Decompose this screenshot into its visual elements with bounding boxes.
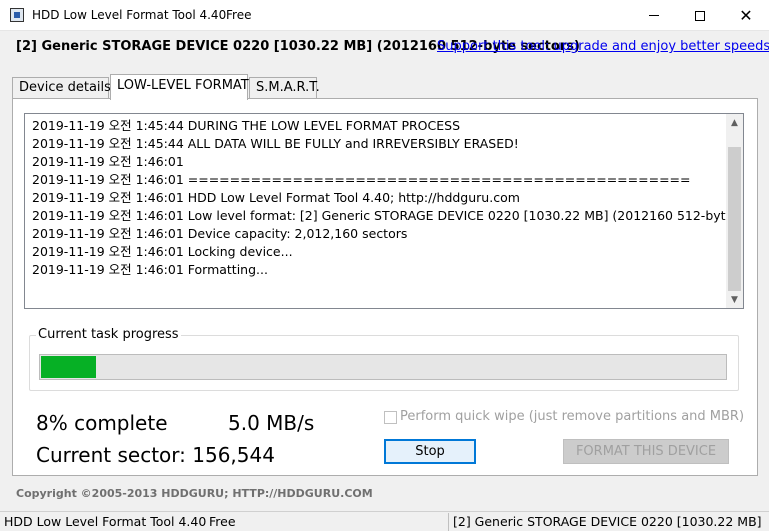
log-scrollbar[interactable]: ▲ ▼ bbox=[726, 114, 743, 308]
log-line: 2019-11-19 오전 1:46:01 ==================… bbox=[32, 172, 691, 187]
tab-smart[interactable]: S.M.A.R.T. bbox=[249, 77, 320, 99]
app-icon bbox=[10, 8, 24, 22]
scroll-thumb[interactable] bbox=[728, 147, 741, 291]
tab-low-level-format[interactable]: LOW-LEVEL FORMAT bbox=[110, 74, 249, 100]
status-app-name: HDD Low Level Format Tool 4.40 bbox=[4, 514, 207, 529]
log-list[interactable]: 2019-11-19 오전 1:45:44 DURING THE LOW LEV… bbox=[24, 113, 744, 309]
quick-wipe-label: Perform quick wipe (just remove partitio… bbox=[400, 409, 745, 424]
upgrade-link[interactable]: Support this tool: upgrade and enjoy bet… bbox=[437, 39, 769, 54]
progress-fill bbox=[41, 356, 96, 378]
close-icon: ✕ bbox=[739, 5, 753, 25]
current-sector: Current sector: 156,544 bbox=[36, 443, 275, 467]
minimize-icon bbox=[649, 15, 659, 16]
transfer-speed: 5.0 MB/s bbox=[228, 411, 315, 435]
status-device: [2] Generic STORAGE DEVICE 0220 [1030.22… bbox=[453, 514, 762, 529]
chevron-down-icon[interactable]: ▼ bbox=[726, 291, 743, 308]
minimize-button[interactable] bbox=[631, 0, 677, 31]
title-bar: HDD Low Level Format Tool 4.40 Free ✕ bbox=[0, 0, 769, 31]
progress-label: Current task progress bbox=[36, 327, 181, 342]
status-edition: Free bbox=[209, 514, 236, 529]
log-line: 2019-11-19 오전 1:46:01 bbox=[32, 154, 184, 169]
chevron-up-icon[interactable]: ▲ bbox=[726, 114, 743, 131]
format-device-button[interactable]: FORMAT THIS DEVICE bbox=[563, 439, 729, 464]
log-line: 2019-11-19 오전 1:46:01 Locking device... bbox=[32, 244, 293, 259]
copyright: Copyright ©2005-2013 HDDGURU; HTTP://HDD… bbox=[16, 487, 373, 500]
close-button[interactable]: ✕ bbox=[723, 0, 769, 31]
log-line: 2019-11-19 오전 1:45:44 ALL DATA WILL BE F… bbox=[32, 136, 519, 151]
log-line: 2019-11-19 오전 1:46:01 HDD Low Level Form… bbox=[32, 190, 520, 205]
maximize-icon bbox=[695, 10, 705, 21]
status-divider bbox=[448, 513, 449, 531]
status-bar: HDD Low Level Format Tool 4.40 Free [2] … bbox=[0, 511, 769, 531]
stop-button[interactable]: Stop bbox=[384, 439, 476, 464]
log-line: 2019-11-19 오전 1:46:01 Device capacity: 2… bbox=[32, 226, 408, 241]
quick-wipe-checkbox[interactable] bbox=[384, 411, 397, 424]
log-line: 2019-11-19 오전 1:46:01 Formatting... bbox=[32, 262, 268, 277]
window-edition: Free bbox=[226, 8, 252, 22]
log-line: 2019-11-19 오전 1:46:01 Low level format: … bbox=[32, 208, 734, 223]
window-title: HDD Low Level Format Tool 4.40 bbox=[32, 8, 227, 22]
tab-device-details[interactable]: Device details bbox=[12, 77, 111, 99]
log-line: 2019-11-19 오전 1:45:44 DURING THE LOW LEV… bbox=[32, 118, 460, 133]
progress-bar bbox=[39, 354, 727, 380]
maximize-button[interactable] bbox=[677, 0, 723, 31]
percent-complete: 8% complete bbox=[36, 411, 168, 435]
